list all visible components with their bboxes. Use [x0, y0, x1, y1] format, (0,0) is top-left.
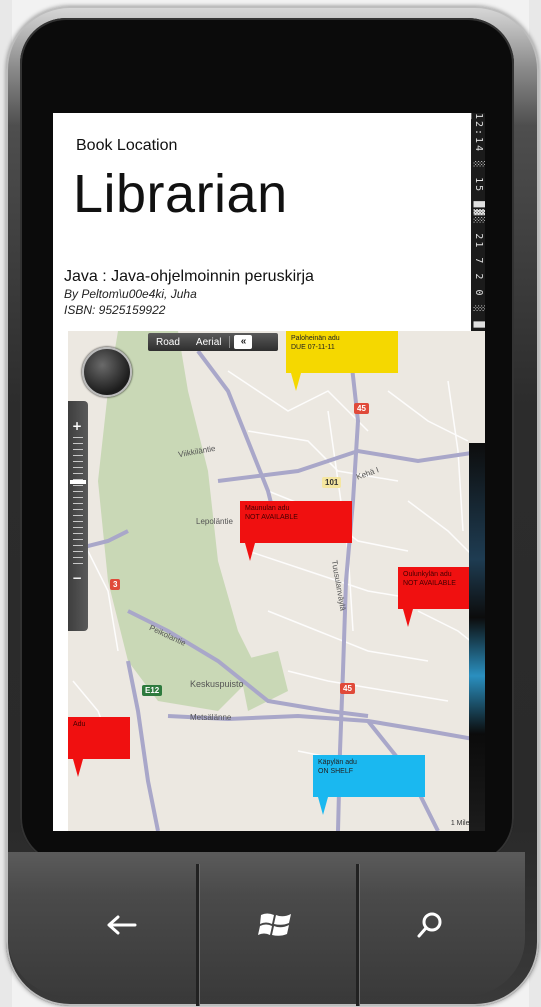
zoom-slider-thumb[interactable] — [70, 480, 86, 484]
book-title: Java : Java-ohjelmoinnin peruskirja — [64, 268, 314, 285]
back-arrow-icon — [107, 915, 137, 935]
toolbar-separator — [229, 336, 231, 348]
map-mode-toolbar: Road Aerial « — [148, 333, 278, 351]
map-view[interactable]: Keskuspuisto Metsälänne Peikolantie Viik… — [68, 331, 485, 831]
search-icon — [417, 912, 442, 938]
back-button[interactable] — [92, 895, 152, 955]
road-mode-button[interactable]: Road — [148, 337, 188, 348]
road-sign-101: 101 — [322, 477, 342, 488]
pushpin-line2: NOT AVAILABLE — [245, 514, 298, 521]
library-pushpin[interactable]: Käpylän adu ON SHELF — [313, 755, 425, 815]
road-sign-e12: E12 — [142, 685, 163, 696]
map-label-keskuspuisto: Keskuspuisto — [190, 679, 244, 689]
pushpin-line1: Paloheinän adu — [291, 335, 340, 342]
app-title: Book Location — [76, 137, 178, 154]
phone-screen: 12:14 ░ 15 █▓░ 21 7 2 0 ░ █ 0 █ 5 5 █ 0 … — [53, 113, 485, 831]
hardware-divider — [196, 864, 199, 1006]
background-edge-strip — [469, 443, 485, 831]
road-sign-3: 3 — [110, 579, 121, 590]
library-pushpin[interactable]: Adu — [68, 717, 130, 777]
start-button[interactable] — [246, 895, 306, 955]
map-pan-compass-icon[interactable] — [82, 347, 132, 397]
road-sign-45: 45 — [354, 403, 369, 414]
pushpin-line2: ON SHELF — [318, 768, 354, 775]
hardware-divider — [356, 864, 359, 1006]
road-sign-45: 45 — [340, 683, 355, 694]
zoom-slider-track — [73, 437, 83, 565]
map-label-metsalanne: Metsälänne — [190, 713, 232, 722]
pushpin-line2: DUE 07-11-11 — [291, 344, 335, 351]
windows-flag-icon — [258, 913, 291, 936]
library-pushpin[interactable]: Maunulan adu NOT AVAILABLE — [240, 501, 352, 561]
zoom-out-button[interactable]: − — [72, 571, 82, 585]
zoom-in-button[interactable]: + — [72, 419, 82, 433]
pushpin-line1: Adu — [73, 721, 86, 728]
pushpin-line1: Maunulan adu — [245, 505, 290, 512]
page-title: Librarian — [73, 164, 288, 224]
map-label-lepolantie: Lepoläntie — [196, 517, 233, 526]
pushpin-line1: Käpylän adu — [318, 759, 357, 766]
aerial-mode-button[interactable]: Aerial — [188, 337, 230, 348]
book-isbn: ISBN: 9525159922 — [64, 303, 166, 317]
collapse-toolbar-button[interactable]: « — [234, 335, 253, 349]
book-author: By Peltom\u00e4ki, Juha — [64, 287, 197, 301]
search-button[interactable] — [400, 895, 460, 955]
library-pushpin[interactable]: Paloheinän adu DUE 07-11-11 — [286, 331, 398, 391]
